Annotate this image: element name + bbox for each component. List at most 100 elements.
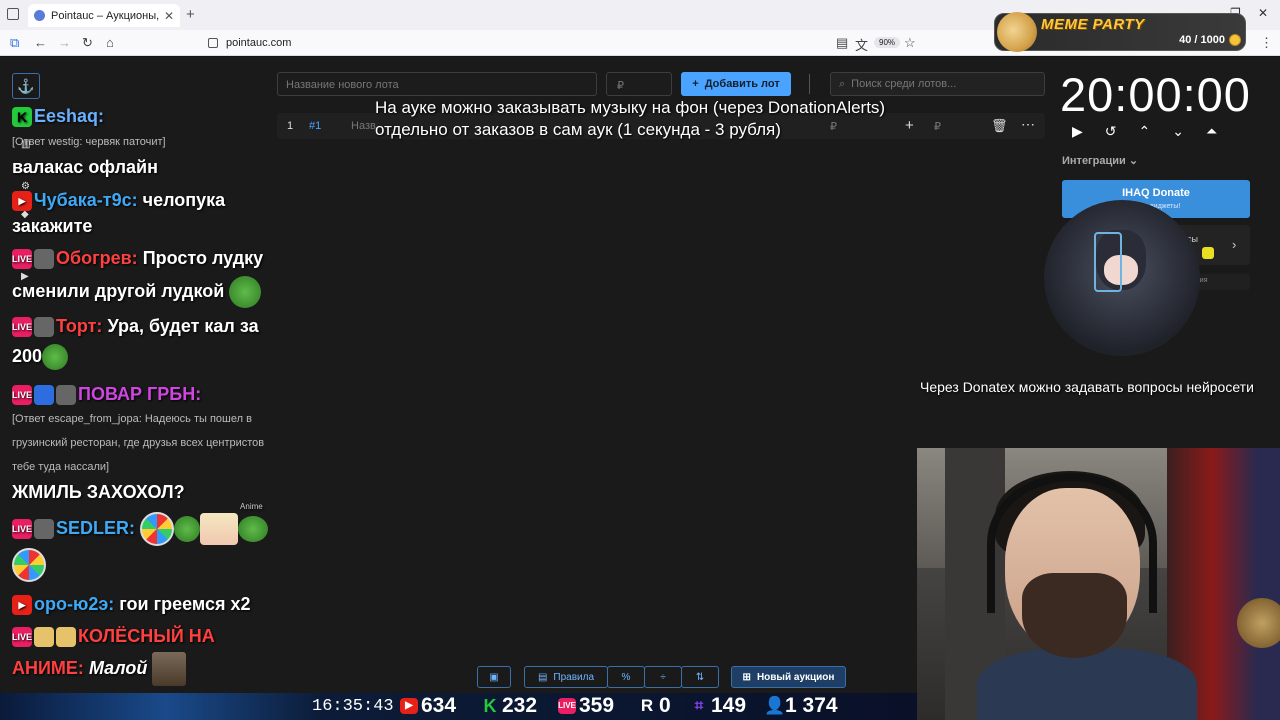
trash-icon[interactable]: 🗑 [991,118,1008,134]
menu-icon[interactable]: ⋮ [1260,35,1273,51]
chat-text: ЖМИЛЬ ЗАХОХОЛ? [12,482,185,502]
timer-controls: ▶ ↺ ⌃ ⌄ ⏶ [1072,123,1217,140]
rules-button[interactable]: ▤ Правила [524,666,608,688]
tab-title: Pointauc – Аукционы, лотереи [51,9,160,22]
face-emote [152,652,187,686]
browser-tab[interactable]: Pointauc – Аукционы, лотереи ✕ [28,4,180,27]
save-button[interactable]: ▣ [477,666,511,688]
chat-text: закажите [12,216,93,236]
chat-message: LIVE ПОВАР ГРБН: [12,384,202,406]
chat-username: SEDLER: [56,517,136,538]
more-icon[interactable]: ⋯ [1021,116,1035,133]
youtube-viewers: ▶ 634 [400,694,456,718]
search-icon: ⌕ [839,77,846,90]
chat-username: КОЛЁСНЫЙ НА [78,626,215,646]
percent-button[interactable]: % [607,666,645,688]
screen: Pointauc – Аукционы, лотереи ✕ + ⌄ — ❐ ✕… [0,0,1280,720]
donatex-notice: Через Donatex можно задавать вопросы ней… [920,379,1254,395]
chat-reply: грузинский ресторан, где друзья всех цен… [12,437,265,449]
divider [809,74,810,94]
chat-username: ПОВАР ГРБН: [78,384,202,404]
cam-globe [1237,598,1280,648]
youtube-badge-icon: ▶ [12,595,32,616]
vk-live-badge-icon: LIVE [12,627,32,648]
translate-icon[interactable]: 文 [855,35,868,54]
kick-badge-icon: K [12,107,32,128]
play-icon[interactable]: ▶ [1072,123,1083,140]
rules-label: Правила [553,671,595,683]
site-info-icon[interactable] [208,38,218,48]
streamer-body [977,648,1197,720]
reader-view-icon[interactable]: ▤ [836,35,848,51]
new-auction-icon: ⊞ [742,671,751,683]
vtuber-avatar [1044,200,1200,356]
decrease-icon[interactable]: ⌄ [1172,123,1184,140]
stream-clock: 16:35:43 [312,697,394,716]
new-auction-button[interactable]: ⊞ Новый аукцион [731,666,846,688]
home-icon[interactable]: ⌂ [106,35,114,50]
lot-id: #1 [309,120,322,132]
chat-message: LIVE Торт: Ура, будет кал за [12,316,259,338]
reload-icon[interactable]: ↻ [82,35,93,51]
chat-reply: тебе туда нассали] [12,461,110,473]
add-amount-icon[interactable]: + [905,117,914,134]
forward-icon[interactable]: → [58,35,71,50]
r-icon: R [640,696,654,715]
split-icon: ÷ [660,671,666,683]
chevron-right-icon: › [1232,237,1237,252]
bookmark-star-icon[interactable]: ☆ [904,35,916,51]
add-lot-button[interactable]: + Добавить лот [681,72,791,96]
sidebar-toggle-icon[interactable]: ⧉ [10,35,19,51]
streamer [977,463,1197,720]
split-button[interactable]: ÷ [644,666,682,688]
vk-live-count: 359 [579,694,615,717]
mod-badge-icon [34,385,54,406]
chat-text: челопука [137,190,226,210]
service-icon [1202,247,1214,259]
chat-text: 200 [12,345,43,366]
sort-button[interactable]: ⇅ [681,666,719,688]
new-lot-input[interactable]: Название нового лота [277,72,597,96]
increase-icon[interactable]: ⌃ [1139,123,1151,140]
sub-badge-icon [34,317,54,338]
tab-list-icon[interactable] [7,8,19,20]
chat-reply: [Ответ escape_from_jopa: Надеюсь ты поше… [12,413,252,425]
zoom-level[interactable]: 90% [874,37,901,48]
vk-live-badge-icon: LIVE [12,249,32,270]
chart-icon[interactable]: ▥ [21,139,30,150]
twitch-icon: ⌗ [694,697,704,714]
meme-party-count: 40 / 1000 [1179,34,1225,46]
chat-username: Торт: [56,316,103,336]
r-viewers: R 0 [638,694,671,718]
vk-live-badge-icon: LIVE [12,385,32,406]
r-count: 0 [659,694,671,717]
close-window-icon[interactable]: ✕ [1258,6,1268,20]
vk-live-viewers: LIVE 359 [558,694,614,718]
lot-name[interactable]: Назв [351,120,376,132]
twitch-viewers: ⌗ 149 [690,694,746,718]
total-count: 1 374 [785,694,838,717]
new-tab-icon[interactable]: + [186,6,195,23]
chat-text: Ура, будет кал за [102,316,259,336]
lot-search-input[interactable]: ⌕ Поиск среди лотов... [830,72,1045,96]
reset-icon[interactable]: ↺ [1105,123,1117,140]
chat-message [12,548,46,582]
youtube-icon: ▶ [400,698,418,714]
double-up-icon[interactable]: ⏶ [1206,123,1217,140]
sub-badge-icon [34,249,54,270]
kick-count: 232 [502,694,538,717]
chat-username: оро-ю2э: [34,594,115,614]
close-tab-icon[interactable]: ✕ [164,9,174,23]
chat-message: 200 [12,344,69,370]
integrations-dropdown[interactable]: Интеграции ⌄ [1062,154,1138,167]
chat-message: АНИМЕ: Малой [12,652,187,686]
address-bar[interactable]: pointauc.com [200,33,930,53]
sub-badge-icon [34,519,54,539]
search-placeholder: Поиск среди лотов... [851,78,957,90]
url-text: pointauc.com [226,37,292,49]
chat-message: ▶ оро-ю2э: гои греемся х2 [12,594,251,616]
back-icon[interactable]: ← [34,35,47,50]
youtube-badge-icon: ▶ [12,191,32,212]
lot-amount-input[interactable]: ₽ [606,72,672,96]
custom-badge-icon [56,385,76,406]
